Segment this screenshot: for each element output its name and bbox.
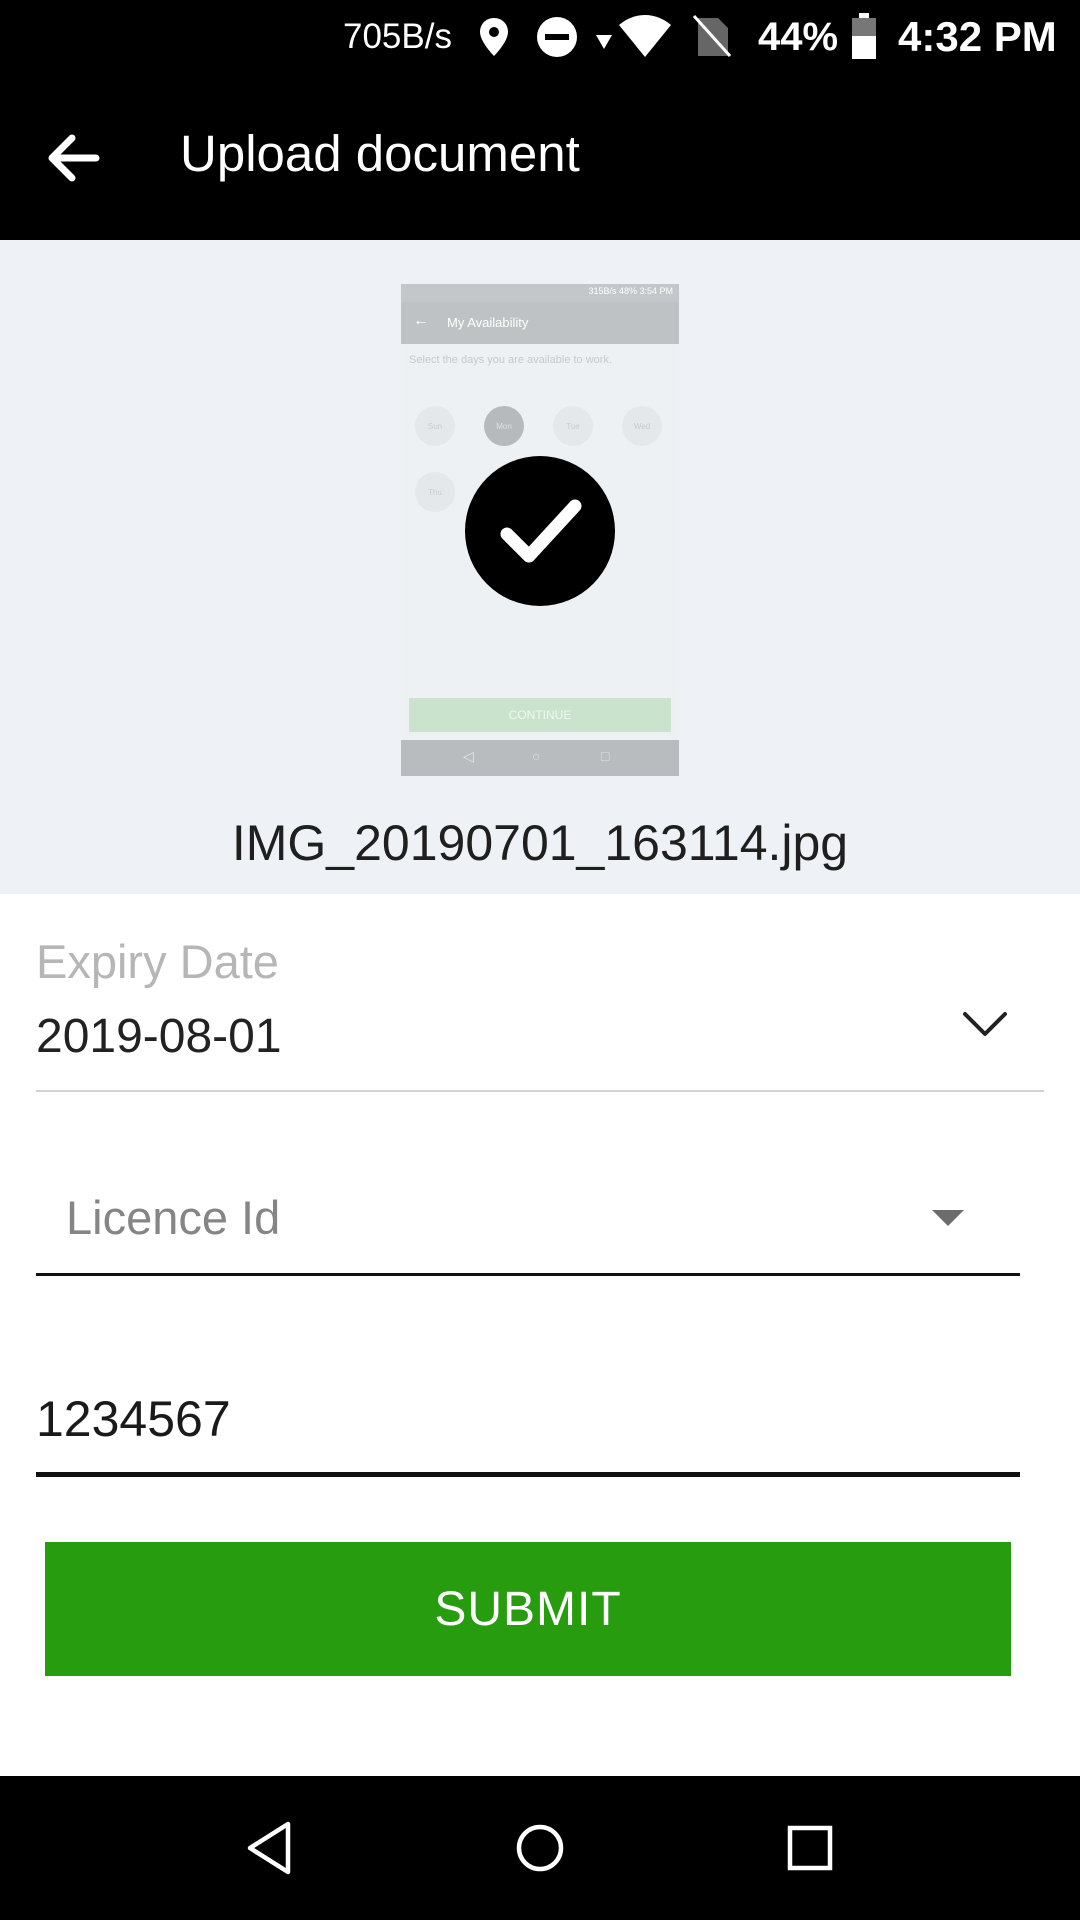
licence-number-underline (36, 1472, 1020, 1477)
page-title: Upload document (180, 125, 580, 182)
thumbnail-status-bar: 315B/s 48% 3:54 PM (401, 284, 679, 302)
network-speed: 705B/s (343, 17, 452, 56)
thumbnail-back-nav-icon: ◁ (463, 748, 474, 764)
thumbnail-day: Thu (415, 472, 455, 512)
clock: 4:32 PM (898, 13, 1057, 60)
no-sim-icon (692, 14, 732, 58)
thumbnail-recents-nav-icon: □ (601, 748, 610, 764)
thumbnail-continue-button: CONTINUE (409, 698, 671, 732)
battery-icon (852, 13, 876, 59)
document-preview: 315B/s 48% 3:54 PM ← My Availability Sel… (0, 240, 1080, 894)
thumbnail-day: Tue (553, 406, 593, 446)
chevron-down-icon[interactable] (960, 1000, 1010, 1050)
thumbnail-back-icon: ← (413, 312, 429, 329)
battery-percent: 44% (758, 14, 839, 59)
licence-number-input[interactable]: 1234567 (36, 1370, 1020, 1478)
dropdown-arrow-icon (932, 1210, 964, 1226)
checkmark-icon (465, 456, 615, 606)
licence-id-underline (36, 1273, 1020, 1276)
thumbnail-title: My Availability (447, 315, 529, 330)
thumbnail-subtitle: Select the days you are available to wor… (409, 354, 613, 366)
thumbnail-nav-bar: ◁ ○ □ (401, 740, 679, 776)
thumbnail-day-selected: Mon (484, 406, 524, 446)
file-name: IMG_20190701_163114.jpg (231, 815, 849, 871)
wifi-icon (619, 15, 671, 57)
dnd-icon (537, 17, 577, 57)
expiry-date-label: Expiry Date (36, 935, 279, 988)
licence-number-value: 1234567 (36, 1391, 231, 1447)
home-nav-icon[interactable] (510, 1818, 570, 1878)
thumbnail-status-text: 315B/s 48% 3:54 PM (588, 286, 673, 296)
app-bar: Upload document (0, 74, 1080, 240)
data-arrow-icon (596, 35, 612, 49)
back-nav-icon[interactable] (240, 1818, 300, 1878)
licence-id-placeholder: Licence Id (66, 1191, 281, 1244)
arrow-back-icon[interactable] (34, 118, 114, 198)
expiry-date-value[interactable]: 2019-08-01 (36, 1009, 282, 1064)
expiry-date-underline (36, 1090, 1044, 1092)
recents-nav-icon[interactable] (780, 1818, 840, 1878)
status-bar: 705B/s 44% 4:32 PM (0, 0, 1080, 74)
thumbnail-home-nav-icon: ○ (532, 748, 541, 764)
system-nav-bar (0, 1776, 1080, 1920)
licence-id-select[interactable]: Licence Id (36, 1160, 1020, 1276)
submit-button[interactable]: SUBMIT (45, 1542, 1011, 1676)
thumbnail-day: Wed (622, 406, 662, 446)
thumbnail-toolbar: ← My Availability (401, 302, 679, 344)
thumbnail-day: Sun (415, 406, 455, 446)
location-icon (480, 18, 508, 56)
